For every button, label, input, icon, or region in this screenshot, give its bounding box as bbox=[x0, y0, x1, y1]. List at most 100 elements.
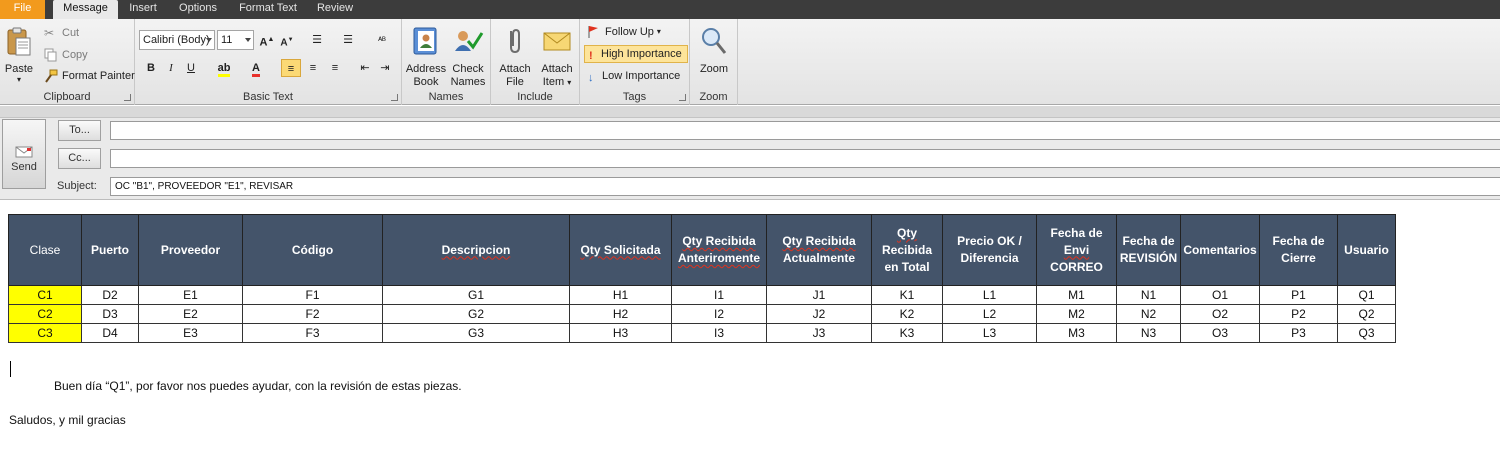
table-cell[interactable]: C1 bbox=[8, 285, 82, 305]
paste-button[interactable]: Paste ▾ bbox=[2, 25, 36, 84]
align-center-icon[interactable]: ≡ bbox=[303, 59, 323, 77]
ribbon: Paste ▾ ✂ Cut Copy Format Painter Clipbo… bbox=[0, 19, 1500, 105]
clipboard-group: Paste ▾ ✂ Cut Copy Format Painter Clipbo… bbox=[0, 19, 135, 105]
table-cell[interactable]: D4 bbox=[81, 323, 139, 343]
table-cell[interactable]: P1 bbox=[1259, 285, 1338, 305]
clear-formatting-icon[interactable]: ᴬᴮ bbox=[372, 31, 392, 49]
table-cell[interactable]: F2 bbox=[242, 304, 383, 324]
table-cell[interactable]: D3 bbox=[81, 304, 139, 324]
table-cell[interactable]: M1 bbox=[1036, 285, 1117, 305]
table-cell[interactable]: J2 bbox=[766, 304, 872, 324]
clipboard-launcher-icon[interactable] bbox=[124, 94, 131, 101]
attach-file-button[interactable]: Attach File bbox=[495, 25, 535, 89]
font-size-select[interactable]: 11 bbox=[217, 30, 254, 50]
table-cell[interactable]: J1 bbox=[766, 285, 872, 305]
decrease-indent-icon[interactable]: ⇤ bbox=[355, 59, 375, 77]
tab-message[interactable]: Message bbox=[53, 0, 118, 19]
table-cell[interactable]: C2 bbox=[8, 304, 82, 324]
align-left-icon[interactable]: ≡ bbox=[281, 59, 301, 77]
table-cell[interactable]: N1 bbox=[1116, 285, 1181, 305]
cc-button[interactable]: Cc... bbox=[58, 148, 101, 169]
table-cell[interactable]: I1 bbox=[671, 285, 767, 305]
table-cell[interactable]: P3 bbox=[1259, 323, 1338, 343]
table-cell[interactable]: E2 bbox=[138, 304, 243, 324]
include-group: Attach File Attach Item ▾ Include bbox=[491, 19, 580, 105]
table-cell[interactable]: O3 bbox=[1180, 323, 1260, 343]
table-cell[interactable]: F3 bbox=[242, 323, 383, 343]
cc-field[interactable] bbox=[110, 149, 1500, 168]
italic-button[interactable]: I bbox=[161, 59, 181, 77]
table-cell[interactable]: M2 bbox=[1036, 304, 1117, 324]
to-button[interactable]: To... bbox=[58, 120, 101, 141]
table-cell[interactable]: I3 bbox=[671, 323, 767, 343]
attach-file-label-1: Attach bbox=[499, 63, 531, 75]
table-cell[interactable]: Q2 bbox=[1337, 304, 1396, 324]
address-book-label-2: Book bbox=[413, 76, 439, 88]
underline-button[interactable]: U bbox=[181, 59, 201, 77]
table-cell[interactable]: O1 bbox=[1180, 285, 1260, 305]
cut-button[interactable]: ✂ Cut bbox=[44, 24, 79, 42]
table-cell[interactable]: M3 bbox=[1036, 323, 1117, 343]
align-right-icon[interactable]: ≡ bbox=[325, 59, 345, 77]
header-qty-solicitada: Qty Solicitada bbox=[569, 214, 672, 286]
font-color-icon[interactable]: A bbox=[243, 59, 269, 77]
table-cell[interactable]: Q1 bbox=[1337, 285, 1396, 305]
bold-button[interactable]: B bbox=[141, 59, 161, 77]
zoom-group: Zoom Zoom bbox=[690, 19, 738, 105]
bullets-icon[interactable]: ☰ bbox=[307, 31, 327, 49]
table-cell[interactable]: J3 bbox=[766, 323, 872, 343]
table-cell[interactable]: I2 bbox=[671, 304, 767, 324]
format-painter-button[interactable]: Format Painter bbox=[44, 67, 135, 85]
table-cell[interactable]: G1 bbox=[382, 285, 570, 305]
numbering-icon[interactable]: ☰ bbox=[338, 31, 358, 49]
table-cell[interactable]: H3 bbox=[569, 323, 672, 343]
address-book-button[interactable]: Address Book bbox=[405, 25, 447, 89]
table-cell[interactable]: H1 bbox=[569, 285, 672, 305]
follow-up-button[interactable]: Follow Up ▾ bbox=[587, 23, 661, 41]
table-cell[interactable]: L2 bbox=[942, 304, 1037, 324]
cut-label: Cut bbox=[62, 27, 80, 39]
tab-insert[interactable]: Insert bbox=[122, 0, 164, 19]
table-cell[interactable]: P2 bbox=[1259, 304, 1338, 324]
table-cell[interactable]: C3 bbox=[8, 323, 82, 343]
table-cell[interactable]: G2 bbox=[382, 304, 570, 324]
message-body[interactable]: Clase Puerto Proveedor Código Descripcio… bbox=[0, 201, 1500, 457]
table-cell[interactable]: N3 bbox=[1116, 323, 1181, 343]
table-cell[interactable]: H2 bbox=[569, 304, 672, 324]
high-importance-button[interactable]: ! High Importance bbox=[584, 45, 688, 63]
send-button[interactable]: Send bbox=[2, 119, 46, 189]
table-cell[interactable]: G3 bbox=[382, 323, 570, 343]
basic-text-launcher-icon[interactable] bbox=[391, 94, 398, 101]
table-cell[interactable]: Q3 bbox=[1337, 323, 1396, 343]
table-cell[interactable]: O2 bbox=[1180, 304, 1260, 324]
highlight-color-icon[interactable]: ab bbox=[211, 59, 237, 77]
table-cell[interactable]: L3 bbox=[942, 323, 1037, 343]
shrink-font-icon[interactable]: A▼ bbox=[277, 31, 297, 49]
increase-indent-icon[interactable]: ⇥ bbox=[375, 59, 395, 77]
zoom-button[interactable]: Zoom bbox=[692, 25, 736, 76]
attach-item-button[interactable]: Attach Item ▾ bbox=[536, 25, 578, 89]
tab-review[interactable]: Review bbox=[312, 0, 358, 19]
table-cell[interactable]: L1 bbox=[942, 285, 1037, 305]
table-cell[interactable]: E1 bbox=[138, 285, 243, 305]
font-name-select[interactable]: Calibri (Body) bbox=[139, 30, 215, 50]
tags-launcher-icon[interactable] bbox=[679, 94, 686, 101]
table-cell[interactable]: D2 bbox=[81, 285, 139, 305]
tab-file[interactable]: File bbox=[0, 0, 45, 19]
subject-field[interactable]: OC "B1", PROVEEDOR "E1", REVISAR bbox=[110, 177, 1500, 196]
grow-font-icon[interactable]: A▲ bbox=[257, 31, 277, 49]
table-cell[interactable]: K2 bbox=[871, 304, 943, 324]
table-cell[interactable]: E3 bbox=[138, 323, 243, 343]
table-cell[interactable]: N2 bbox=[1116, 304, 1181, 324]
address-book-label-1: Address bbox=[405, 63, 447, 75]
to-field[interactable] bbox=[110, 121, 1500, 140]
table-cell[interactable]: K3 bbox=[871, 323, 943, 343]
table-cell[interactable]: F1 bbox=[242, 285, 383, 305]
check-names-button[interactable]: Check Names bbox=[448, 25, 488, 89]
tab-format-text[interactable]: Format Text bbox=[232, 0, 304, 19]
copy-button[interactable]: Copy bbox=[44, 46, 88, 64]
copy-label: Copy bbox=[62, 49, 88, 61]
table-cell[interactable]: K1 bbox=[871, 285, 943, 305]
tab-options[interactable]: Options bbox=[172, 0, 224, 19]
low-importance-button[interactable]: ↓ Low Importance bbox=[588, 67, 680, 85]
